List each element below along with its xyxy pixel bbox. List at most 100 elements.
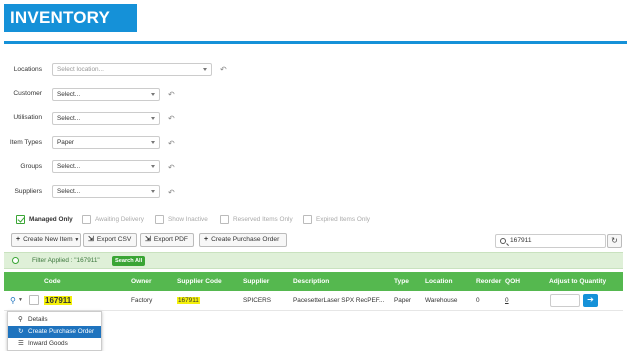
col-supplier[interactable]: Supplier xyxy=(243,278,269,285)
search-value: 167911 xyxy=(510,237,532,244)
checkbox-icon xyxy=(82,214,91,224)
row-reorder: 0 xyxy=(476,297,480,304)
col-type[interactable]: Type xyxy=(394,278,409,285)
row-owner: Factory xyxy=(131,297,153,304)
arrow-right-icon: ➔ xyxy=(587,295,594,304)
filter-applied-bar: Filter Applied : "167911" Search All xyxy=(4,252,623,269)
item-types-select[interactable]: Paper xyxy=(52,136,160,149)
expired-items-checkbox[interactable]: Expired Items Only xyxy=(303,214,370,225)
chevron-down-icon xyxy=(151,141,155,144)
search-all-button[interactable]: Search All xyxy=(112,256,146,266)
suppliers-label: Suppliers xyxy=(14,188,43,195)
utilisation-label: Utilisation xyxy=(13,114,42,121)
managed-only-checkbox[interactable]: Managed Only xyxy=(16,214,73,225)
export-csv-button[interactable]: ⇲ Export CSV xyxy=(83,233,137,247)
chevron-down-icon xyxy=(151,190,155,193)
item-types-value: Paper xyxy=(57,139,75,146)
row-code[interactable]: 167911 xyxy=(44,296,73,305)
row-select-checkbox[interactable] xyxy=(29,295,39,305)
reset-item-types-icon[interactable]: ↶ xyxy=(168,139,175,148)
row-description: PacesetterLaser SPX RecPEF... xyxy=(293,297,385,304)
customer-select[interactable]: Select... xyxy=(52,88,160,101)
create-new-item-button[interactable]: + Create New Item ▼ xyxy=(11,233,81,247)
chevron-down-icon xyxy=(151,165,155,168)
search-icon xyxy=(500,238,506,244)
checkbox-icon xyxy=(303,214,312,224)
create-purchase-order-label: Create Purchase Order xyxy=(211,236,280,243)
reserved-items-checkbox[interactable]: Reserved Items Only xyxy=(220,214,293,225)
awaiting-delivery-checkbox[interactable]: Awaiting Delivery xyxy=(82,214,144,225)
menu-item-inward-goods[interactable]: ☰ Inward Goods xyxy=(8,338,101,350)
managed-only-label: Managed Only xyxy=(29,216,73,223)
create-purchase-order-button[interactable]: + Create Purchase Order xyxy=(199,233,287,247)
suppliers-value: Select... xyxy=(57,188,81,195)
plus-icon: + xyxy=(204,236,209,243)
row-qoh[interactable]: 0 xyxy=(505,297,509,304)
checkbox-icon xyxy=(220,214,229,224)
groups-select[interactable]: Select... xyxy=(52,160,160,173)
plus-icon: + xyxy=(16,236,21,243)
export-csv-label: Export CSV xyxy=(96,236,132,243)
col-owner[interactable]: Owner xyxy=(131,278,152,285)
row-supplier-code: 167911 xyxy=(177,297,200,304)
adjust-quantity-submit-button[interactable]: ➔ xyxy=(583,294,598,307)
reset-utilisation-icon[interactable]: ↶ xyxy=(168,114,175,123)
export-icon: ⇲ xyxy=(88,236,94,243)
show-inactive-label: Show Inactive xyxy=(168,216,208,223)
reset-customer-icon[interactable]: ↶ xyxy=(168,90,175,99)
locations-select[interactable]: Select location... xyxy=(52,63,212,76)
reserved-items-label: Reserved Items Only xyxy=(233,216,293,223)
row-location: Warehouse xyxy=(425,297,458,304)
row-actions-search-icon[interactable]: ⚲ xyxy=(10,296,16,305)
chevron-down-icon: ▼ xyxy=(74,237,80,243)
search-input[interactable]: 167911 xyxy=(495,234,606,248)
reset-suppliers-icon[interactable]: ↶ xyxy=(168,188,175,197)
export-icon: ⇲ xyxy=(145,236,151,243)
chevron-down-icon xyxy=(151,93,155,96)
customer-label: Customer xyxy=(13,90,42,97)
table-row: ⚲ ▼ 167911 Factory 167911 SPICERS Pacese… xyxy=(4,291,623,311)
col-reorder[interactable]: Reorder xyxy=(476,278,501,285)
col-description[interactable]: Description xyxy=(293,278,329,285)
menu-item-create-purchase-order[interactable]: ↻ Create Purchase Order xyxy=(8,326,101,338)
utilisation-select[interactable]: Select... xyxy=(52,112,160,125)
chevron-down-icon xyxy=(203,68,207,71)
row-actions-menu: ⚲ Details ↻ Create Purchase Order ☰ Inward … xyxy=(7,311,102,351)
refresh-icon: ↻ xyxy=(611,236,618,245)
reset-groups-icon[interactable]: ↶ xyxy=(168,163,175,172)
col-code[interactable]: Code xyxy=(44,278,60,285)
row-supplier: SPICERS xyxy=(243,297,272,304)
col-supplier-code[interactable]: Supplier Code xyxy=(177,278,222,285)
filter-applied-text: Filter Applied : "167911" xyxy=(32,257,100,264)
search-icon: ⚲ xyxy=(18,316,23,323)
menu-item-inward-goods-label: Inward Goods xyxy=(28,340,68,347)
refresh-button[interactable]: ↻ xyxy=(607,234,622,248)
list-icon: ☰ xyxy=(18,340,24,347)
chevron-down-icon[interactable]: ▼ xyxy=(18,297,23,303)
export-pdf-button[interactable]: ⇲ Export PDF xyxy=(140,233,194,247)
reset-locations-icon[interactable]: ↶ xyxy=(220,65,227,74)
menu-item-details-label: Details xyxy=(28,316,48,323)
checkbox-checked-icon xyxy=(16,214,25,224)
locations-placeholder: Select location... xyxy=(57,66,104,73)
filter-status-icon xyxy=(12,257,19,264)
customer-value: Select... xyxy=(57,91,81,98)
adjust-quantity-input[interactable] xyxy=(550,294,580,307)
locations-label: Locations xyxy=(13,66,42,73)
col-location[interactable]: Location xyxy=(425,278,452,285)
create-new-item-label: Create New Item xyxy=(23,236,73,243)
col-qoh[interactable]: QOH xyxy=(505,278,520,285)
item-types-label: Item Types xyxy=(9,139,42,146)
menu-item-details[interactable]: ⚲ Details xyxy=(8,314,101,326)
export-pdf-label: Export PDF xyxy=(153,236,188,243)
refresh-icon: ↻ xyxy=(18,328,24,335)
awaiting-delivery-label: Awaiting Delivery xyxy=(95,216,144,223)
checkbox-icon xyxy=(155,214,164,224)
page-title: INVENTORY xyxy=(4,4,137,32)
show-inactive-checkbox[interactable]: Show Inactive xyxy=(155,214,208,225)
row-type: Paper xyxy=(394,297,412,304)
suppliers-select[interactable]: Select... xyxy=(52,185,160,198)
menu-item-create-po-label: Create Purchase Order xyxy=(28,328,95,335)
col-adjust-quantity[interactable]: Adjust to Quantity xyxy=(549,278,606,285)
groups-value: Select... xyxy=(57,163,81,170)
